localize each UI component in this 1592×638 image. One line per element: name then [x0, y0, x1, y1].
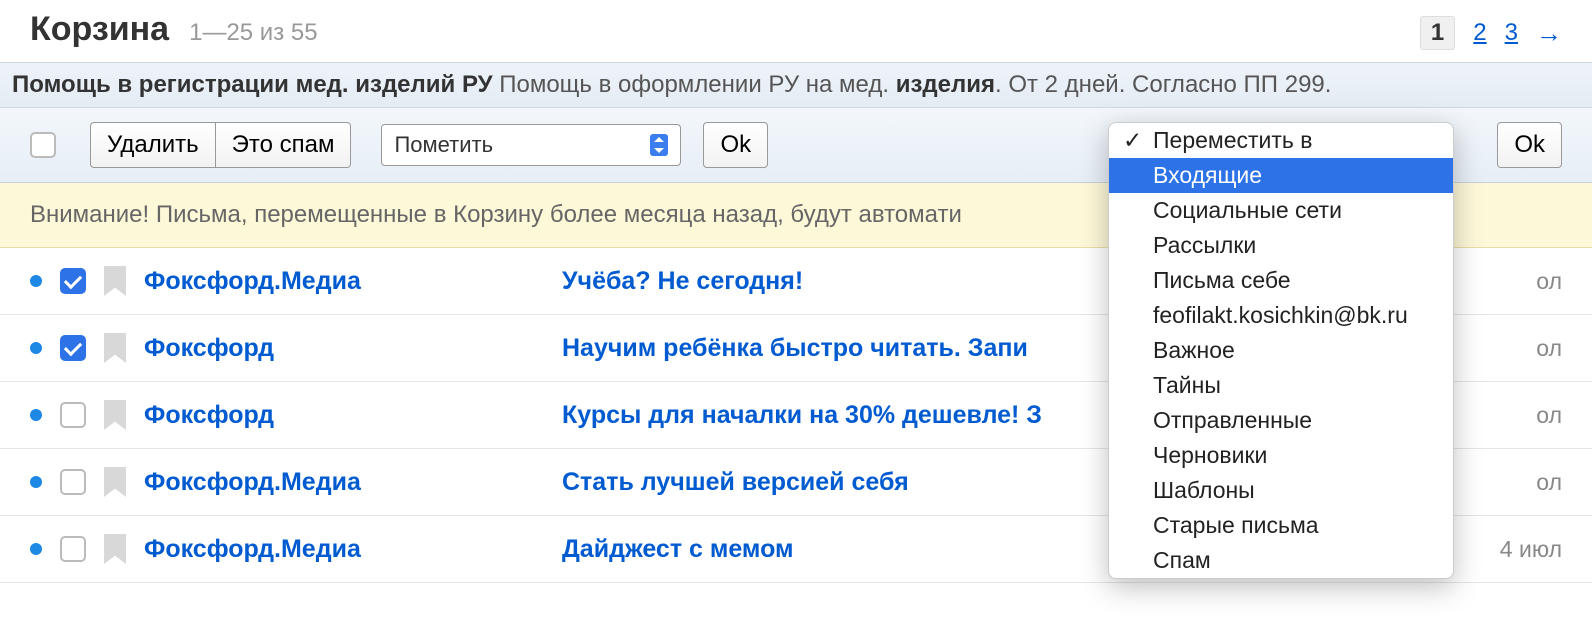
- dropdown-item-secrets[interactable]: Тайны: [1109, 368, 1453, 403]
- toolbar: Удалить Это спам Пометить Ok Ok ✓ Переме…: [0, 108, 1592, 183]
- dropdown-item-newsletters[interactable]: Рассылки: [1109, 228, 1453, 263]
- mail-sender[interactable]: Фоксфорд: [144, 334, 544, 363]
- ad-bold-2: изделия: [896, 71, 995, 98]
- ad-text-1: Помощь в оформлении РУ на мед.: [493, 71, 896, 98]
- mark-ok-button[interactable]: Ok: [703, 122, 768, 168]
- select-arrows-icon: [650, 134, 668, 156]
- row-checkbox[interactable]: [60, 536, 86, 562]
- flag-icon[interactable]: [104, 333, 126, 363]
- dropdown-item-toself[interactable]: Письма себе: [1109, 263, 1453, 298]
- page-current: 1: [1420, 16, 1455, 50]
- mail-date: ол: [1536, 335, 1562, 362]
- flag-icon[interactable]: [104, 467, 126, 497]
- dropdown-item-important[interactable]: Важное: [1109, 333, 1453, 368]
- dropdown-item-sent[interactable]: Отправленные: [1109, 403, 1453, 438]
- dropdown-header-label: Переместить в: [1153, 127, 1313, 153]
- mail-sender[interactable]: Фоксфорд.Медиа: [144, 267, 544, 296]
- dropdown-header[interactable]: ✓ Переместить в: [1109, 123, 1453, 158]
- row-checkbox[interactable]: [60, 335, 86, 361]
- mail-sender[interactable]: Фоксфорд.Медиа: [144, 535, 544, 564]
- dropdown-item-inbox[interactable]: Входящие: [1109, 158, 1453, 193]
- mail-date: ол: [1536, 402, 1562, 429]
- select-all-checkbox[interactable]: [30, 132, 56, 158]
- ad-text-2: . От 2 дней. Согласно ПП 299.: [995, 71, 1331, 98]
- flag-icon[interactable]: [104, 400, 126, 430]
- ad-bold-1: Помощь в регистрации мед. изделий РУ: [12, 71, 493, 98]
- mail-sender[interactable]: Фоксфорд.Медиа: [144, 468, 544, 497]
- next-page-icon[interactable]: →: [1536, 18, 1562, 49]
- row-checkbox[interactable]: [60, 268, 86, 294]
- unread-dot-icon: [30, 476, 42, 488]
- delete-button[interactable]: Удалить: [90, 122, 215, 168]
- mark-select[interactable]: Пометить: [381, 124, 681, 166]
- dropdown-item-old[interactable]: Старые письма: [1109, 508, 1453, 543]
- mail-date: ол: [1536, 268, 1562, 295]
- row-checkbox[interactable]: [60, 402, 86, 428]
- unread-dot-icon: [30, 275, 42, 287]
- mark-select-label: Пометить: [394, 132, 493, 158]
- page-range: 1—25 из 55: [189, 19, 317, 47]
- mail-date: ол: [1536, 469, 1562, 496]
- mail-sender[interactable]: Фоксфорд: [144, 401, 544, 430]
- dropdown-item-social[interactable]: Социальные сети: [1109, 193, 1453, 228]
- page-link-3[interactable]: 3: [1505, 19, 1518, 47]
- dropdown-item-email[interactable]: feofilakt.kosichkin@bk.ru: [1109, 298, 1453, 333]
- pagination: 1 2 3 →: [1420, 16, 1562, 50]
- header-left: Корзина 1—25 из 55: [30, 10, 318, 49]
- dropdown-item-drafts[interactable]: Черновики: [1109, 438, 1453, 473]
- dropdown-item-spam[interactable]: Спам: [1109, 543, 1453, 578]
- check-icon: ✓: [1123, 127, 1142, 154]
- unread-dot-icon: [30, 543, 42, 555]
- action-button-group: Удалить Это спам: [90, 122, 351, 168]
- move-ok-button[interactable]: Ok: [1497, 122, 1562, 168]
- header: Корзина 1—25 из 55 1 2 3 →: [0, 0, 1592, 62]
- toolbar-right: Ok ✓ Переместить в Входящие Социальные с…: [1489, 122, 1562, 168]
- spam-button[interactable]: Это спам: [215, 122, 352, 168]
- flag-icon[interactable]: [104, 266, 126, 296]
- mail-date: 4 июл: [1500, 536, 1562, 563]
- dropdown-item-templates[interactable]: Шаблоны: [1109, 473, 1453, 508]
- unread-dot-icon: [30, 409, 42, 421]
- unread-dot-icon: [30, 342, 42, 354]
- move-dropdown: ✓ Переместить в Входящие Социальные сети…: [1108, 122, 1454, 579]
- page-link-2[interactable]: 2: [1473, 19, 1486, 47]
- ad-banner[interactable]: Помощь в регистрации мед. изделий РУ Пом…: [0, 62, 1592, 108]
- flag-icon[interactable]: [104, 534, 126, 564]
- row-checkbox[interactable]: [60, 469, 86, 495]
- page-title: Корзина: [30, 10, 169, 49]
